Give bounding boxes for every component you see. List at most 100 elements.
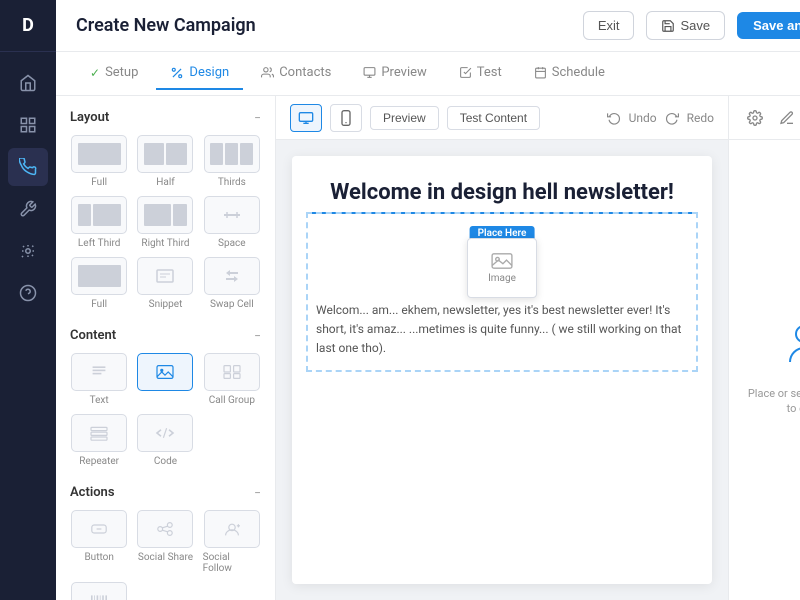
page-title: Create New Campaign: [76, 15, 571, 36]
test-content-button[interactable]: Test Content: [447, 106, 540, 130]
layout-snippet[interactable]: Snippet: [136, 257, 194, 310]
content-grid: Text: [70, 353, 261, 467]
designer-toolbar: Preview Test Content Undo Redo: [276, 96, 728, 140]
save-and-next-button[interactable]: Save and Next: [737, 12, 800, 39]
action-social-follow[interactable]: Social Follow: [203, 510, 261, 574]
edit-placeholder-icon: [780, 324, 800, 376]
tab-bar: ✓ Setup Design Contacts Preview Test: [56, 52, 800, 96]
contacts-icon: [261, 66, 274, 79]
exit-button[interactable]: Exit: [583, 11, 635, 40]
app-container: D Create New Campaign: [0, 0, 800, 600]
save-icon: [661, 19, 675, 33]
schedule-icon: [534, 66, 547, 79]
repeater-icon: [89, 425, 109, 441]
email-title: Welcome in design hell newsletter!: [316, 180, 688, 205]
email-body-text: Welcom... am... ekhem, newsletter, yes i…: [316, 301, 688, 359]
image-placeholder-icon: [491, 252, 513, 270]
layout-grid: Full Half: [70, 135, 261, 310]
layout-swap-cell[interactable]: Swap Cell: [203, 257, 261, 310]
tab-design[interactable]: Design: [156, 57, 243, 90]
mobile-view-button[interactable]: [330, 104, 362, 132]
layout-full2[interactable]: Full: [70, 257, 128, 310]
layout-section-title: Layout: [70, 110, 109, 125]
content-section: Content −: [70, 328, 261, 467]
sidebar-item-settings[interactable]: [8, 232, 48, 270]
content-area: Layout − Full: [56, 96, 800, 600]
edit-panel-icon[interactable]: [773, 104, 800, 132]
actions-section-title: Actions: [70, 485, 115, 500]
design-icon: [170, 66, 184, 80]
image-content-icon: [155, 364, 175, 380]
swap-cell-icon: [222, 268, 242, 284]
actions-section: Actions − Button: [70, 485, 261, 600]
layout-toggle[interactable]: −: [254, 111, 261, 125]
actions-toggle[interactable]: −: [254, 486, 261, 500]
action-social-share[interactable]: Social Share: [136, 510, 194, 574]
content-code[interactable]: Code: [136, 414, 194, 467]
redo-icon: [665, 111, 679, 125]
sidebar-item-grid[interactable]: [8, 106, 48, 144]
tab-setup[interactable]: ✓ Setup: [76, 57, 152, 90]
tab-contacts[interactable]: Contacts: [247, 57, 345, 90]
top-header: Create New Campaign Exit Save Save and N…: [56, 0, 800, 52]
sidebar-item-help[interactable]: [8, 274, 48, 312]
content-call-group[interactable]: Call Group: [203, 353, 261, 406]
call-group-icon: [222, 364, 242, 380]
sidebar-item-home[interactable]: [8, 64, 48, 102]
redo-button[interactable]: Redo: [665, 111, 714, 125]
sidebar-item-campaigns[interactable]: [8, 148, 48, 186]
text-content-icon: [89, 364, 109, 380]
tab-test[interactable]: Test: [445, 57, 516, 90]
action-bar-code[interactable]: Bar Code: [70, 582, 128, 600]
desktop-icon: [298, 111, 314, 125]
image-placeholder[interactable]: Image: [467, 238, 537, 298]
content-repeater[interactable]: Repeater: [70, 414, 128, 467]
actions-section-header: Actions −: [70, 485, 261, 500]
button-icon: [89, 521, 109, 537]
preview-tab-icon: [363, 66, 376, 79]
code-content-icon: [155, 425, 175, 441]
undo-button[interactable]: Undo: [607, 111, 657, 125]
right-panel-hint: Place or select an item to edit.: [745, 386, 800, 417]
layout-space[interactable]: Space: [203, 196, 261, 249]
layout-half[interactable]: Half: [136, 135, 194, 188]
space-layout-icon: [222, 207, 242, 223]
right-panel-toolbar: [729, 96, 800, 140]
sidebar-logo: D: [0, 0, 56, 52]
action-button[interactable]: Button: [70, 510, 128, 574]
layout-section-header: Layout −: [70, 110, 261, 125]
sidebar-item-tools[interactable]: [8, 190, 48, 228]
content-section-header: Content −: [70, 328, 261, 343]
content-text[interactable]: Text: [70, 353, 128, 406]
main-area: Create New Campaign Exit Save Save and N…: [56, 0, 800, 600]
bar-code-icon: [89, 593, 109, 600]
email-canvas: Welcome in design hell newsletter! Place…: [292, 156, 712, 584]
designer-canvas[interactable]: Welcome in design hell newsletter! Place…: [276, 140, 728, 600]
left-panel: Layout − Full: [56, 96, 276, 600]
setup-check-icon: ✓: [90, 66, 100, 80]
right-panel-content: Place or select an item to edit.: [729, 140, 800, 600]
layout-thirds[interactable]: Thirds: [203, 135, 261, 188]
content-toggle[interactable]: −: [254, 329, 261, 343]
actions-grid: Button: [70, 510, 261, 600]
right-panel: Place or select an item to edit.: [728, 96, 800, 600]
layout-left-third[interactable]: Left Third: [70, 196, 128, 249]
preview-button[interactable]: Preview: [370, 106, 439, 130]
content-image[interactable]: [136, 353, 194, 406]
layout-full[interactable]: Full: [70, 135, 128, 188]
social-follow-icon: [222, 521, 242, 537]
sidebar-nav-icons: [0, 52, 56, 324]
designer-area: Preview Test Content Undo Redo Welcome i…: [276, 96, 728, 600]
desktop-view-button[interactable]: [290, 104, 322, 132]
layout-section: Layout − Full: [70, 110, 261, 310]
tab-schedule[interactable]: Schedule: [520, 57, 619, 90]
settings-panel-icon[interactable]: [741, 104, 769, 132]
snippet-icon: [155, 268, 175, 284]
content-section-title: Content: [70, 328, 116, 343]
tab-preview[interactable]: Preview: [349, 57, 440, 90]
sidebar-nav: D: [0, 0, 56, 600]
save-button[interactable]: Save: [646, 11, 725, 40]
layout-right-third[interactable]: Right Third: [136, 196, 194, 249]
test-icon: [459, 66, 472, 79]
mobile-icon: [340, 110, 352, 126]
